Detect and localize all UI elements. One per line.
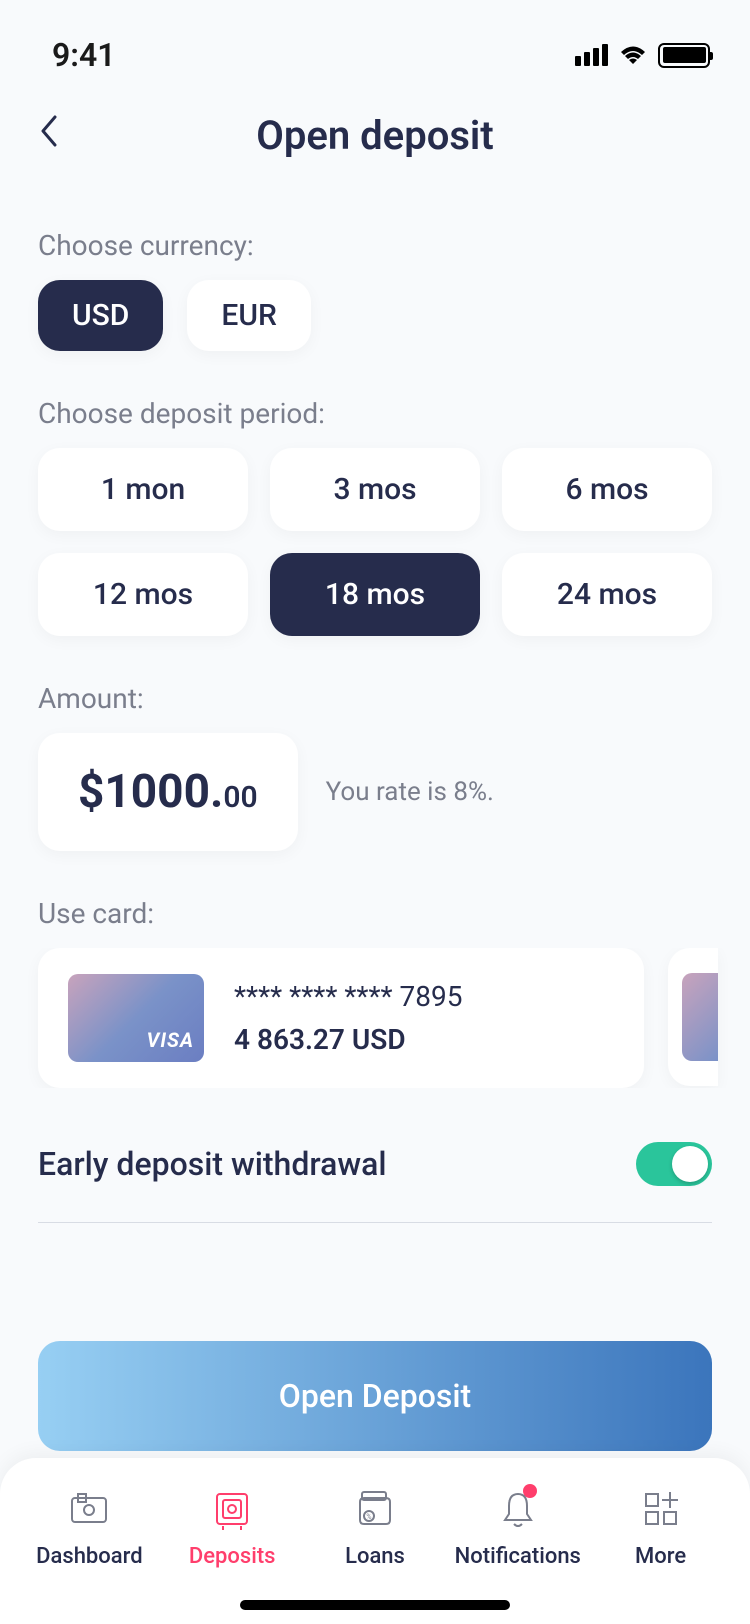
dashboard-icon xyxy=(66,1486,112,1532)
status-icons xyxy=(575,43,710,68)
cellular-signal-icon xyxy=(575,44,608,66)
battery-icon xyxy=(658,43,710,68)
tab-label: Notifications xyxy=(455,1544,581,1569)
tab-deposits[interactable]: Deposits xyxy=(162,1486,302,1569)
tab-loans[interactable]: % Loans xyxy=(305,1486,445,1569)
period-label: Choose deposit period: xyxy=(38,397,712,430)
card-option-next-peek[interactable] xyxy=(668,948,718,1086)
home-indicator[interactable] xyxy=(240,1600,510,1610)
tab-dashboard[interactable]: Dashboard xyxy=(19,1486,159,1569)
period-option-12mos[interactable]: 12 mos xyxy=(38,553,248,636)
tab-notifications[interactable]: Notifications xyxy=(448,1486,588,1569)
card-visual: VISA xyxy=(68,974,204,1062)
amount-row: $1000.00 You rate is 8%. xyxy=(38,733,712,851)
rate-text: You rate is 8%. xyxy=(326,777,494,807)
wifi-icon xyxy=(618,44,648,66)
tab-label: Loans xyxy=(345,1544,405,1569)
loans-icon: % xyxy=(352,1486,398,1532)
tab-label: Dashboard xyxy=(36,1544,142,1569)
card-label: Use card: xyxy=(38,897,712,930)
card-balance: 4 863.27 USD xyxy=(234,1023,462,1056)
header: Open deposit xyxy=(0,88,750,183)
period-option-18mos[interactable]: 18 mos xyxy=(270,553,480,636)
currency-option-eur[interactable]: EUR xyxy=(187,280,310,351)
svg-text:%: % xyxy=(366,1513,371,1521)
period-options: 1 mon 3 mos 6 mos 12 mos 18 mos 24 mos xyxy=(38,448,712,636)
open-deposit-button[interactable]: Open Deposit xyxy=(38,1341,712,1451)
early-withdrawal-row: Early deposit withdrawal xyxy=(38,1142,712,1223)
period-option-24mos[interactable]: 24 mos xyxy=(502,553,712,636)
card-visual-peek xyxy=(682,973,718,1061)
card-info: **** **** **** 7895 4 863.27 USD xyxy=(234,980,462,1056)
deposits-icon xyxy=(209,1486,255,1532)
tab-label: More xyxy=(635,1544,686,1569)
status-time: 9:41 xyxy=(52,36,116,74)
currency-options: USD EUR xyxy=(38,280,712,351)
amount-main: $1000. xyxy=(78,765,223,819)
notifications-icon xyxy=(495,1486,541,1532)
back-button[interactable] xyxy=(38,114,58,157)
period-option-1mon[interactable]: 1 mon xyxy=(38,448,248,531)
page-title: Open deposit xyxy=(38,112,712,159)
currency-label: Choose currency: xyxy=(38,229,712,262)
early-withdrawal-toggle[interactable] xyxy=(636,1142,712,1186)
tab-more[interactable]: More xyxy=(591,1486,731,1569)
card-brand: VISA xyxy=(147,1028,194,1052)
card-carousel[interactable]: VISA **** **** **** 7895 4 863.27 USD xyxy=(0,948,750,1088)
tab-label: Deposits xyxy=(189,1544,276,1569)
period-option-3mos[interactable]: 3 mos xyxy=(270,448,480,531)
currency-option-usd[interactable]: USD xyxy=(38,280,163,351)
more-icon xyxy=(638,1486,684,1532)
card-number: **** **** **** 7895 xyxy=(234,980,462,1013)
amount-label: Amount: xyxy=(38,682,712,715)
amount-input[interactable]: $1000.00 xyxy=(38,733,298,851)
period-option-6mos[interactable]: 6 mos xyxy=(502,448,712,531)
toggle-knob xyxy=(672,1146,708,1182)
notification-badge-icon xyxy=(523,1484,537,1498)
amount-cents: 00 xyxy=(223,780,257,815)
card-option-1[interactable]: VISA **** **** **** 7895 4 863.27 USD xyxy=(38,948,644,1088)
status-bar: 9:41 xyxy=(0,0,750,88)
early-withdrawal-label: Early deposit withdrawal xyxy=(38,1145,387,1183)
